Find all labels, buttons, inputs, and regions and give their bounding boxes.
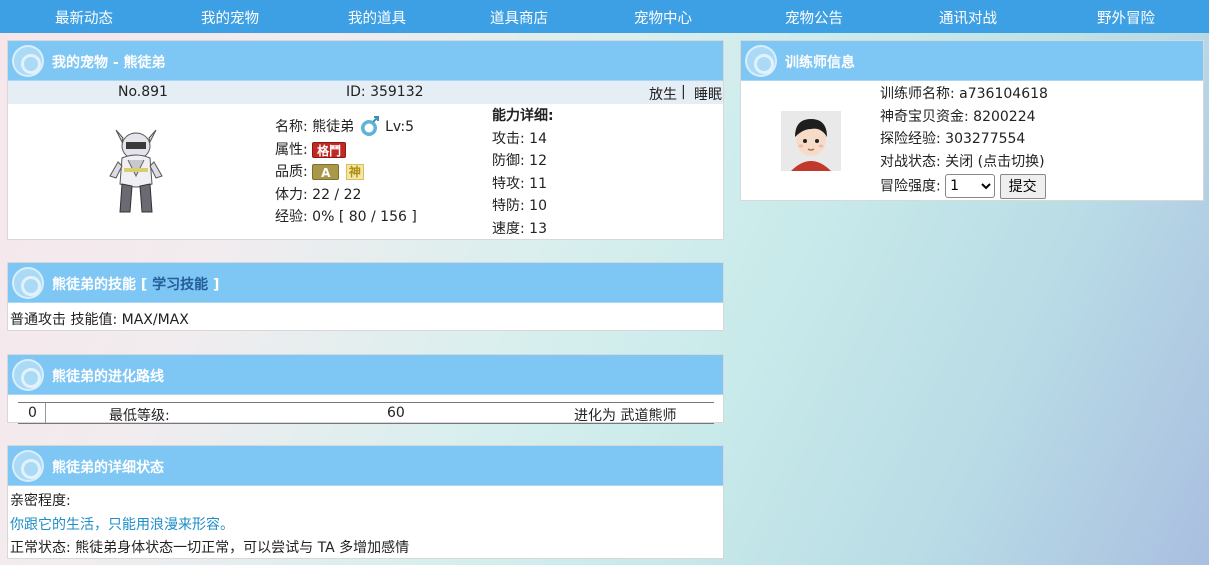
- normal-status: 正常状态: 熊徒弟身体状态一切正常，可以尝试与 TA 多增加感情: [10, 540, 410, 556]
- top-nav: 最新动态 我的宠物 我的道具 道具商店 宠物中心 宠物公告 通讯对战 野外冒险: [0, 0, 1209, 33]
- evolution-table: 0 最低等级: 60 进化为 武道熊师: [18, 402, 714, 424]
- battle-state-label: 对战状态:: [880, 154, 941, 171]
- pokeball-icon: [12, 359, 44, 391]
- trainer-info: 训练师名称: a736104618 神奇宝贝资金: 8200224 探险经验: …: [880, 83, 1048, 199]
- name-label: 名称:: [275, 119, 308, 135]
- status-panel-title: 熊徒弟的详细状态: [52, 460, 164, 476]
- stat-sp-attack: 特攻: 11: [492, 175, 547, 192]
- status-panel: 熊徒弟的详细状态 亲密程度: 你跟它的生活，只能用浪漫来形容。 正常状态: 熊徒…: [7, 445, 724, 559]
- pet-info-bar: No.891 ID: 359132 放生 | 睡眠: [8, 81, 723, 104]
- quality-label: 品质:: [275, 164, 308, 180]
- table-divider: [45, 403, 46, 423]
- ability-details: 能力详细: 攻击: 14 防御: 12 特攻: 11 特防: 10 速度: 13: [492, 105, 554, 240]
- intimacy-label: 亲密程度:: [10, 493, 71, 509]
- pet-name: 熊徒弟: [312, 119, 355, 135]
- evolution-panel-header: 熊徒弟的进化路线: [8, 355, 723, 395]
- bracket-close: ]: [213, 277, 220, 293]
- pet-number: No.891: [118, 84, 168, 100]
- difficulty-label: 冒险强度:: [880, 178, 941, 195]
- pet-exp: 经验: 0% [ 80 / 156 ]: [275, 209, 417, 225]
- trainer-panel-header: 训练师信息: [741, 41, 1203, 81]
- trainer-funds: 神奇宝贝资金: 8200224: [880, 108, 1036, 125]
- nav-my-items[interactable]: 我的道具: [348, 7, 406, 28]
- pokeball-icon: [12, 45, 44, 77]
- release-link[interactable]: 放生: [649, 84, 677, 104]
- learn-skill-link[interactable]: 学习技能: [152, 277, 208, 293]
- quality-badge: A: [312, 164, 340, 180]
- skills-title-text: 熊徒弟的技能: [52, 277, 136, 293]
- difficulty-select[interactable]: 1: [945, 174, 996, 199]
- skill-row: 普通攻击 技能值: MAX/MAX: [10, 312, 189, 328]
- nav-battle[interactable]: 通讯对战: [939, 7, 997, 28]
- pet-panel-title: 我的宠物 - 熊徒弟: [52, 55, 166, 71]
- nav-latest[interactable]: 最新动态: [55, 7, 113, 28]
- skills-panel: 熊徒弟的技能 [ 学习技能 ] 普通攻击 技能值: MAX/MAX: [7, 262, 724, 331]
- pokeball-icon: [12, 450, 44, 482]
- submit-button[interactable]: 提交: [999, 173, 1046, 199]
- nav-pet-announcements[interactable]: 宠物公告: [785, 7, 843, 28]
- pet-hp: 体力: 22 / 22: [275, 186, 362, 203]
- pet-panel-header: 我的宠物 - 熊徒弟: [8, 41, 723, 81]
- evolution-panel: 熊徒弟的进化路线 0 最低等级: 60 进化为 武道熊师: [7, 354, 724, 424]
- nav-my-pets[interactable]: 我的宠物: [201, 7, 259, 28]
- nav-pet-center[interactable]: 宠物中心: [634, 7, 692, 28]
- stat-speed: 速度: 13: [492, 220, 547, 237]
- intimacy-text: 你跟它的生活，只能用浪漫来形容。: [10, 516, 234, 533]
- pokeball-icon: [745, 45, 777, 77]
- skills-panel-header: 熊徒弟的技能 [ 学习技能 ]: [8, 263, 723, 303]
- bracket-open: [: [140, 277, 148, 293]
- stat-attack: 攻击: 14: [492, 130, 547, 147]
- sleep-link[interactable]: 睡眠: [694, 84, 722, 104]
- trainer-name: 训练师名称: a736104618: [880, 86, 1048, 102]
- quality-extra-badge: 神: [345, 164, 364, 180]
- battle-state-value: 关闭: [945, 154, 974, 171]
- min-level-label: 最低等级:: [109, 408, 170, 424]
- evolve-to: 进化为 武道熊师: [574, 408, 677, 424]
- skills-panel-title: 熊徒弟的技能 [ 学习技能 ]: [52, 274, 219, 294]
- evolution-panel-title: 熊徒弟的进化路线: [52, 369, 164, 385]
- stat-defense: 防御: 12: [492, 153, 547, 169]
- trainer-panel-title: 训练师信息: [785, 55, 855, 71]
- pet-level: Lv:5: [385, 119, 415, 135]
- type-label: 属性:: [275, 141, 308, 158]
- trainer-panel: 训练师信息 训练师名称: a736104618 神奇宝贝资金: 8200224 …: [740, 40, 1204, 201]
- ability-header: 能力详细:: [492, 108, 554, 124]
- status-detail: 亲密程度: 你跟它的生活，只能用浪漫来形容。 正常状态: 熊徒弟身体状态一切正常…: [8, 486, 723, 561]
- pet-body: 名称: 熊徒弟 Lv:5 属性: 格鬥 品质: A 神 体力: 22 / 22 …: [8, 104, 723, 237]
- pet-attributes: 名称: 熊徒弟 Lv:5 属性: 格鬥 品质: A 神 体力: 22 / 22 …: [275, 116, 417, 229]
- pet-panel: 我的宠物 - 熊徒弟 No.891 ID: 359132 放生 | 睡眠 名称:…: [7, 40, 724, 240]
- nav-item-shop[interactable]: 道具商店: [490, 7, 548, 28]
- male-icon: [360, 116, 379, 136]
- trainer-avatar: [781, 111, 841, 171]
- nav-adventure[interactable]: 野外冒险: [1097, 7, 1155, 28]
- min-level-value: 60: [387, 405, 405, 421]
- stat-sp-defense: 特防: 10: [492, 198, 547, 214]
- status-panel-header: 熊徒弟的详细状态: [8, 446, 723, 486]
- pet-sprite: [109, 129, 163, 213]
- trainer-exp: 探险经验: 303277554: [880, 131, 1026, 148]
- evolution-index: 0: [28, 405, 37, 421]
- pet-id: ID: 359132: [346, 84, 424, 100]
- battle-toggle-link[interactable]: (点击切换): [978, 154, 1045, 170]
- pokeball-icon: [12, 267, 44, 299]
- separator: |: [681, 84, 686, 100]
- type-badge: 格鬥: [312, 141, 347, 158]
